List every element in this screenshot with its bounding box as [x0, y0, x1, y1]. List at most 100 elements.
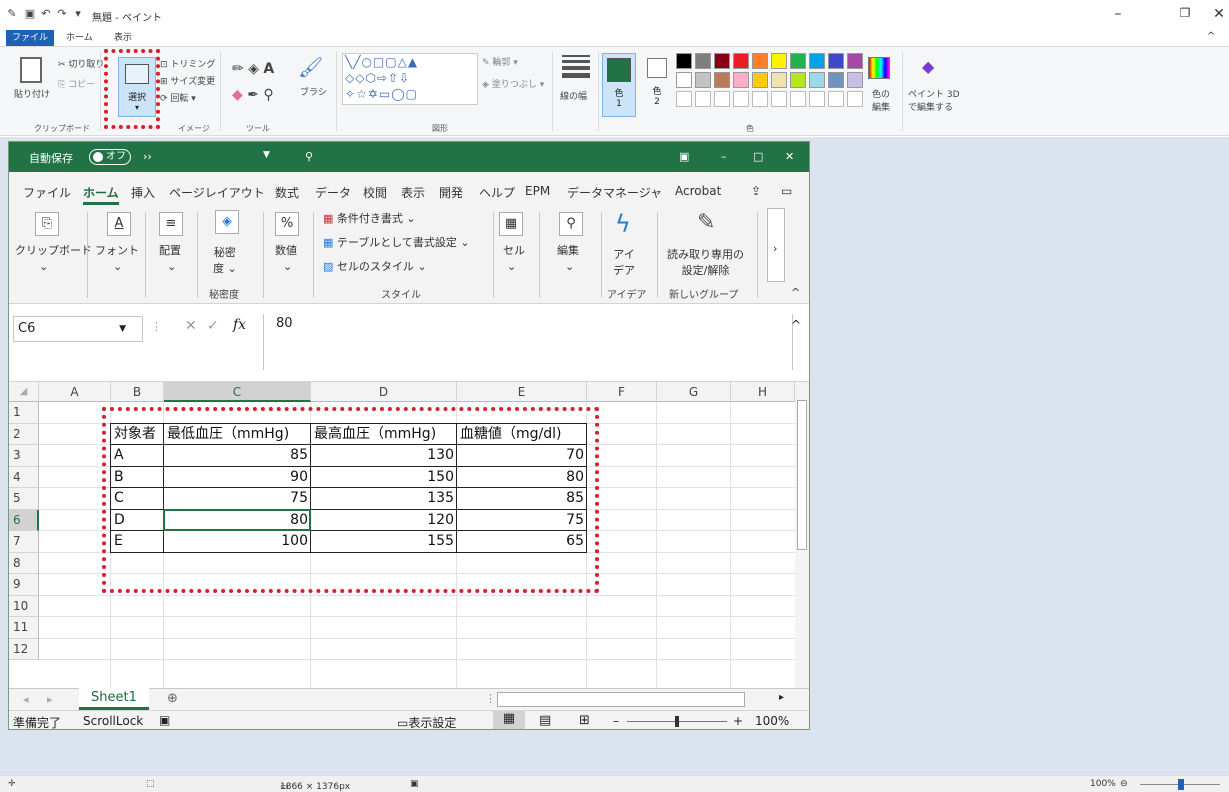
row-header-11[interactable]: 11: [9, 617, 39, 639]
row-header-8[interactable]: 8: [9, 552, 39, 574]
palette-swatch[interactable]: [790, 53, 806, 69]
palette-swatch[interactable]: [809, 53, 825, 69]
sheet-next-icon[interactable]: ▸: [47, 693, 53, 706]
magnifier-icon[interactable]: ⚲: [263, 87, 273, 103]
row-header-7[interactable]: 7: [9, 531, 39, 553]
palette-swatch-empty[interactable]: [733, 91, 749, 107]
shapes-gallery[interactable]: ╲╱○□▢△▲ ◇◇⬡⇨⇧⇩ ✧☆✡▭◯▢: [342, 53, 478, 105]
tools-row1[interactable]: ✏ ◈ A: [232, 61, 274, 77]
add-sheet-icon[interactable]: ⊕: [167, 691, 178, 706]
xl-tab-view[interactable]: 表示: [401, 184, 425, 201]
font-button[interactable]: フォント: [95, 242, 139, 258]
ideas-icon[interactable]: ϟ: [615, 210, 631, 238]
save-icon[interactable]: ▣: [24, 8, 36, 20]
qat-dropdown-icon[interactable]: ▾: [72, 8, 84, 20]
palette-swatch[interactable]: [847, 53, 863, 69]
xl-tab-acrobat[interactable]: Acrobat: [675, 184, 721, 198]
copy-button[interactable]: ⎘ コピー: [58, 77, 95, 90]
sheet-tab-sheet1[interactable]: Sheet1: [79, 688, 149, 710]
readonly-pencil-icon[interactable]: ✎: [697, 210, 715, 235]
palette-swatch[interactable]: [847, 72, 863, 88]
enter-icon[interactable]: ✓: [207, 318, 219, 334]
palette-swatch-empty[interactable]: [809, 91, 825, 107]
rotate-button[interactable]: ⟳ 回転 ▾: [160, 91, 196, 104]
xl-tab-file[interactable]: ファイル: [23, 184, 71, 201]
paint-tab-file[interactable]: ファイル: [6, 30, 55, 46]
excel-search-icon[interactable]: ⚲: [305, 150, 313, 163]
palette-swatch[interactable]: [790, 72, 806, 88]
column-header-a[interactable]: A: [39, 382, 111, 402]
ribbon-scroll-right-icon[interactable]: ›: [773, 242, 777, 255]
crop-button[interactable]: ⊡ トリミング: [160, 57, 215, 70]
palette-swatch-empty[interactable]: [752, 91, 768, 107]
font-icon[interactable]: A: [107, 212, 131, 236]
zoom-in-icon[interactable]: +: [733, 714, 743, 728]
undo-icon[interactable]: ↶: [40, 8, 52, 20]
xl-tab-insert[interactable]: 挿入: [131, 184, 155, 201]
ribbon-collapse-icon[interactable]: ^: [1201, 31, 1221, 42]
xl-tab-help[interactable]: ヘルプ: [479, 184, 515, 201]
row-header-12[interactable]: 12: [9, 638, 39, 660]
close-button[interactable]: ✕: [1209, 6, 1229, 22]
edit-icon[interactable]: ⚲: [559, 212, 583, 236]
paste-button[interactable]: 貼り付け: [14, 87, 50, 100]
pencil-icon[interactable]: ✏: [232, 61, 244, 77]
color2-button[interactable]: 色 2: [640, 53, 674, 117]
macro-record-icon[interactable]: ▣: [159, 713, 170, 727]
qat-more-icon[interactable]: ››: [143, 150, 152, 163]
vertical-scroll-thumb[interactable]: [797, 400, 807, 550]
row-header-4[interactable]: 4: [9, 466, 39, 488]
palette-swatch[interactable]: [676, 72, 692, 88]
column-header-g[interactable]: G: [657, 382, 731, 402]
xl-tab-formulas[interactable]: 数式: [275, 184, 299, 201]
palette-swatch[interactable]: [771, 72, 787, 88]
edit-colors-icon[interactable]: [868, 57, 890, 79]
sensitivity-icon[interactable]: ◈: [215, 210, 239, 234]
row-header-2[interactable]: 2: [9, 423, 39, 445]
normal-view-icon[interactable]: ▦: [493, 711, 525, 729]
row-header-10[interactable]: 10: [9, 595, 39, 617]
line-width-button[interactable]: 線の幅: [560, 89, 587, 102]
palette-swatch[interactable]: [714, 53, 730, 69]
readonly-toggle-button[interactable]: 読み取り専用の 設定/解除: [667, 246, 744, 278]
line-width-icon[interactable]: [562, 55, 590, 81]
resize-button[interactable]: ⊞ サイズ変更: [160, 74, 215, 87]
column-header-e[interactable]: E: [457, 382, 587, 402]
color1-button[interactable]: 色 1: [602, 53, 636, 117]
page-break-view-icon[interactable]: ⊞: [579, 713, 590, 728]
palette-swatch[interactable]: [695, 72, 711, 88]
palette-swatch[interactable]: [733, 72, 749, 88]
excel-close-button[interactable]: ✕: [785, 150, 794, 163]
palette-swatch-empty[interactable]: [847, 91, 863, 107]
redo-icon[interactable]: ↷: [56, 8, 68, 20]
palette-swatch[interactable]: [695, 53, 711, 69]
palette-swatch[interactable]: [828, 72, 844, 88]
scroll-right-icon[interactable]: ▸: [779, 692, 784, 703]
column-header-h[interactable]: H: [731, 382, 795, 402]
column-header-f[interactable]: F: [587, 382, 657, 402]
palette-swatch[interactable]: [752, 72, 768, 88]
palette-swatch[interactable]: [714, 72, 730, 88]
zoom-out-icon[interactable]: –: [613, 714, 619, 728]
row-header-6[interactable]: 6: [9, 509, 39, 531]
clipboard-button[interactable]: クリップボード: [15, 242, 92, 258]
paint3d-icon[interactable]: ◆: [922, 57, 942, 79]
column-header-b[interactable]: B: [111, 382, 164, 402]
paint-zoom-thumb[interactable]: [1178, 779, 1184, 790]
select-all-corner[interactable]: ◢: [9, 382, 39, 402]
paint-tab-view[interactable]: 表示: [108, 30, 138, 46]
comments-icon[interactable]: ▭: [781, 184, 792, 198]
palette-swatch-empty[interactable]: [676, 91, 692, 107]
outline-button[interactable]: ✎ 輪郭 ▾: [482, 55, 518, 68]
ribbon-collapse-icon[interactable]: ^: [791, 286, 800, 299]
palette-swatch-empty[interactable]: [695, 91, 711, 107]
fill-button[interactable]: ◈ 塗りつぶし ▾: [482, 77, 544, 90]
cond-format-button[interactable]: ▦ 条件付き書式 ⌄: [323, 210, 416, 226]
palette-swatch-empty[interactable]: [790, 91, 806, 107]
palette-swatch[interactable]: [733, 53, 749, 69]
paint3d-button[interactable]: ペイント 3D で編集する: [908, 87, 960, 113]
cells-icon[interactable]: ▦: [499, 212, 523, 236]
fill-icon[interactable]: ◈: [248, 61, 259, 77]
palette-swatch[interactable]: [771, 53, 787, 69]
sensitivity-button[interactable]: 秘密度 ⌄: [213, 244, 237, 276]
